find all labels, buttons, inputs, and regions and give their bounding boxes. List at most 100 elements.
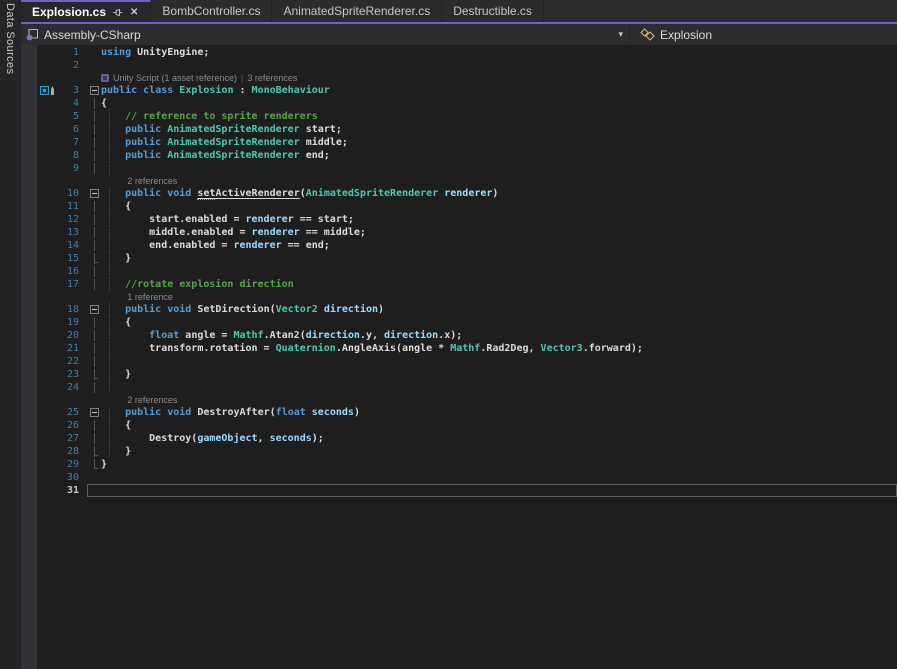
breakpoint-margin[interactable] [37,355,57,368]
breakpoint-margin[interactable] [37,484,57,497]
fold-margin[interactable] [88,188,101,199]
collapse-icon[interactable] [90,305,99,314]
code-line[interactable]: } [87,252,897,265]
code-line[interactable]: public AnimatedSpriteRenderer middle; [87,136,897,149]
line-number: 1 [57,46,79,59]
breakpoint-margin[interactable] [37,316,57,329]
close-icon[interactable]: ✕ [129,7,139,18]
codelens-content: Unity Script (1 asset reference) | 3 refer… [101,73,297,84]
code-line[interactable]: start.enabled = renderer == start; [87,213,897,226]
breakpoint-margin[interactable] [37,136,57,149]
code-token: direction [384,330,438,341]
breakpoint-margin[interactable] [37,265,57,278]
line-number: 8 [57,149,79,162]
code-line[interactable]: // reference to sprite renderers [87,110,897,123]
code-line[interactable]: using UnityEngine; [87,46,897,59]
code-line[interactable]: } [87,445,897,458]
code-line[interactable] [87,355,897,368]
fold-margin[interactable] [88,85,101,96]
code-line[interactable]: public AnimatedSpriteRenderer end; [87,149,897,162]
indicator-margin[interactable] [21,45,37,669]
breakpoint-margin[interactable] [37,149,57,162]
breakpoint-margin[interactable] [37,406,57,419]
collapse-icon[interactable] [90,86,99,95]
breakpoint-margin[interactable] [37,303,57,316]
breakpoint-margin[interactable] [37,381,57,394]
breakpoint-margin[interactable] [37,291,57,303]
code-line[interactable] [87,162,897,175]
code-line[interactable] [87,265,897,278]
sidebar-item-data-sources[interactable]: Data Sources [0,0,21,669]
code-line[interactable]: { [87,419,897,432]
breakpoint-margin[interactable] [37,59,57,72]
breakpoint-margin[interactable] [37,162,57,175]
breakpoint-margin[interactable] [37,419,57,432]
breakpoint-margin[interactable] [37,252,57,265]
breakpoint-margin[interactable] [37,432,57,445]
codelens-link[interactable]: 2 references [127,395,177,406]
fold-margin [88,292,101,302]
breakpoint-margin[interactable] [37,110,57,123]
code-line[interactable]: } [87,458,897,471]
code-line[interactable] [87,59,897,72]
code-token: ) [492,188,498,199]
tab-animatedspriterenderer[interactable]: AnimatedSpriteRenderer.cs [272,0,442,22]
fold-margin[interactable] [88,407,101,418]
breakpoint-margin[interactable] [37,458,57,471]
code-line[interactable]: { [87,97,897,110]
breakpoint-margin[interactable] [37,445,57,458]
breakpoint-margin[interactable] [37,239,57,252]
fold-margin [88,214,101,225]
pin-icon[interactable] [112,7,123,18]
breakpoint-margin[interactable] [37,278,57,291]
code-line[interactable]: public void DestroyAfter(float seconds) [87,406,897,419]
collapse-icon[interactable] [90,189,99,198]
breakpoint-margin[interactable] [37,46,57,59]
tab-explosion[interactable]: Explosion.cs ✕ [21,0,151,22]
codelens-link[interactable]: 2 references [127,176,177,187]
code-line[interactable]: end.enabled = renderer == end; [87,239,897,252]
breakpoint-margin[interactable] [37,97,57,110]
breakpoint-margin[interactable] [37,342,57,355]
code-line[interactable]: transform.rotation = Quaternion.AngleAxi… [87,342,897,355]
code-line[interactable]: middle.enabled = renderer == middle; [87,226,897,239]
breakpoint-margin[interactable] [37,368,57,381]
code-line[interactable]: public AnimatedSpriteRenderer start; [87,123,897,136]
code-line[interactable] [87,471,897,484]
collapse-icon[interactable] [90,408,99,417]
codelens-link[interactable]: 3 references [247,73,297,84]
code-line[interactable]: Destroy(gameObject, seconds); [87,432,897,445]
codelens-link[interactable]: Unity Script (1 asset reference) [113,73,237,84]
type-dropdown[interactable]: Explosion [629,24,897,45]
fold-margin[interactable] [88,304,101,315]
code-line[interactable]: } [87,368,897,381]
code-line[interactable]: public class Explosion : MonoBehaviour [87,84,897,97]
breakpoint-margin[interactable] [37,226,57,239]
breakpoint-margin[interactable] [37,213,57,226]
breakpoint-margin[interactable] [37,175,57,187]
project-dropdown[interactable]: Assembly-CSharp ▾ [21,24,629,45]
code-text: float angle = Mathf.Atan2(direction.y, d… [101,330,896,341]
vs-window: Data Sources Explosion.cs ✕ BombControll… [0,0,897,669]
breakpoint-margin[interactable] [37,329,57,342]
code-line[interactable] [87,381,897,394]
codelens-divider: | [241,73,243,84]
code-line[interactable]: { [87,316,897,329]
breakpoint-margin[interactable] [37,123,57,136]
codelens-link[interactable]: 1 reference [127,292,173,303]
breakpoint-margin[interactable] [37,471,57,484]
breakpoint-margin[interactable] [37,187,57,200]
codelens-line: Unity Script (1 asset reference) | 3 refer… [37,72,897,84]
code-line[interactable] [87,484,897,497]
breakpoint-margin[interactable] [37,394,57,406]
code-line[interactable]: public void SetDirection(Vector2 directi… [87,303,897,316]
code-line[interactable]: { [87,200,897,213]
code-line[interactable]: public void setActiveRenderer(AnimatedSp… [87,187,897,200]
tab-bombcontroller[interactable]: BombController.cs [151,0,272,22]
breakpoint-margin[interactable] [37,200,57,213]
code-line[interactable]: float angle = Mathf.Atan2(direction.y, d… [87,329,897,342]
breakpoint-margin[interactable] [37,72,57,84]
tab-destructible[interactable]: Destructible.cs [442,0,544,22]
breakpoint-margin[interactable] [37,84,57,97]
code-line[interactable]: //rotate explosion direction [87,278,897,291]
